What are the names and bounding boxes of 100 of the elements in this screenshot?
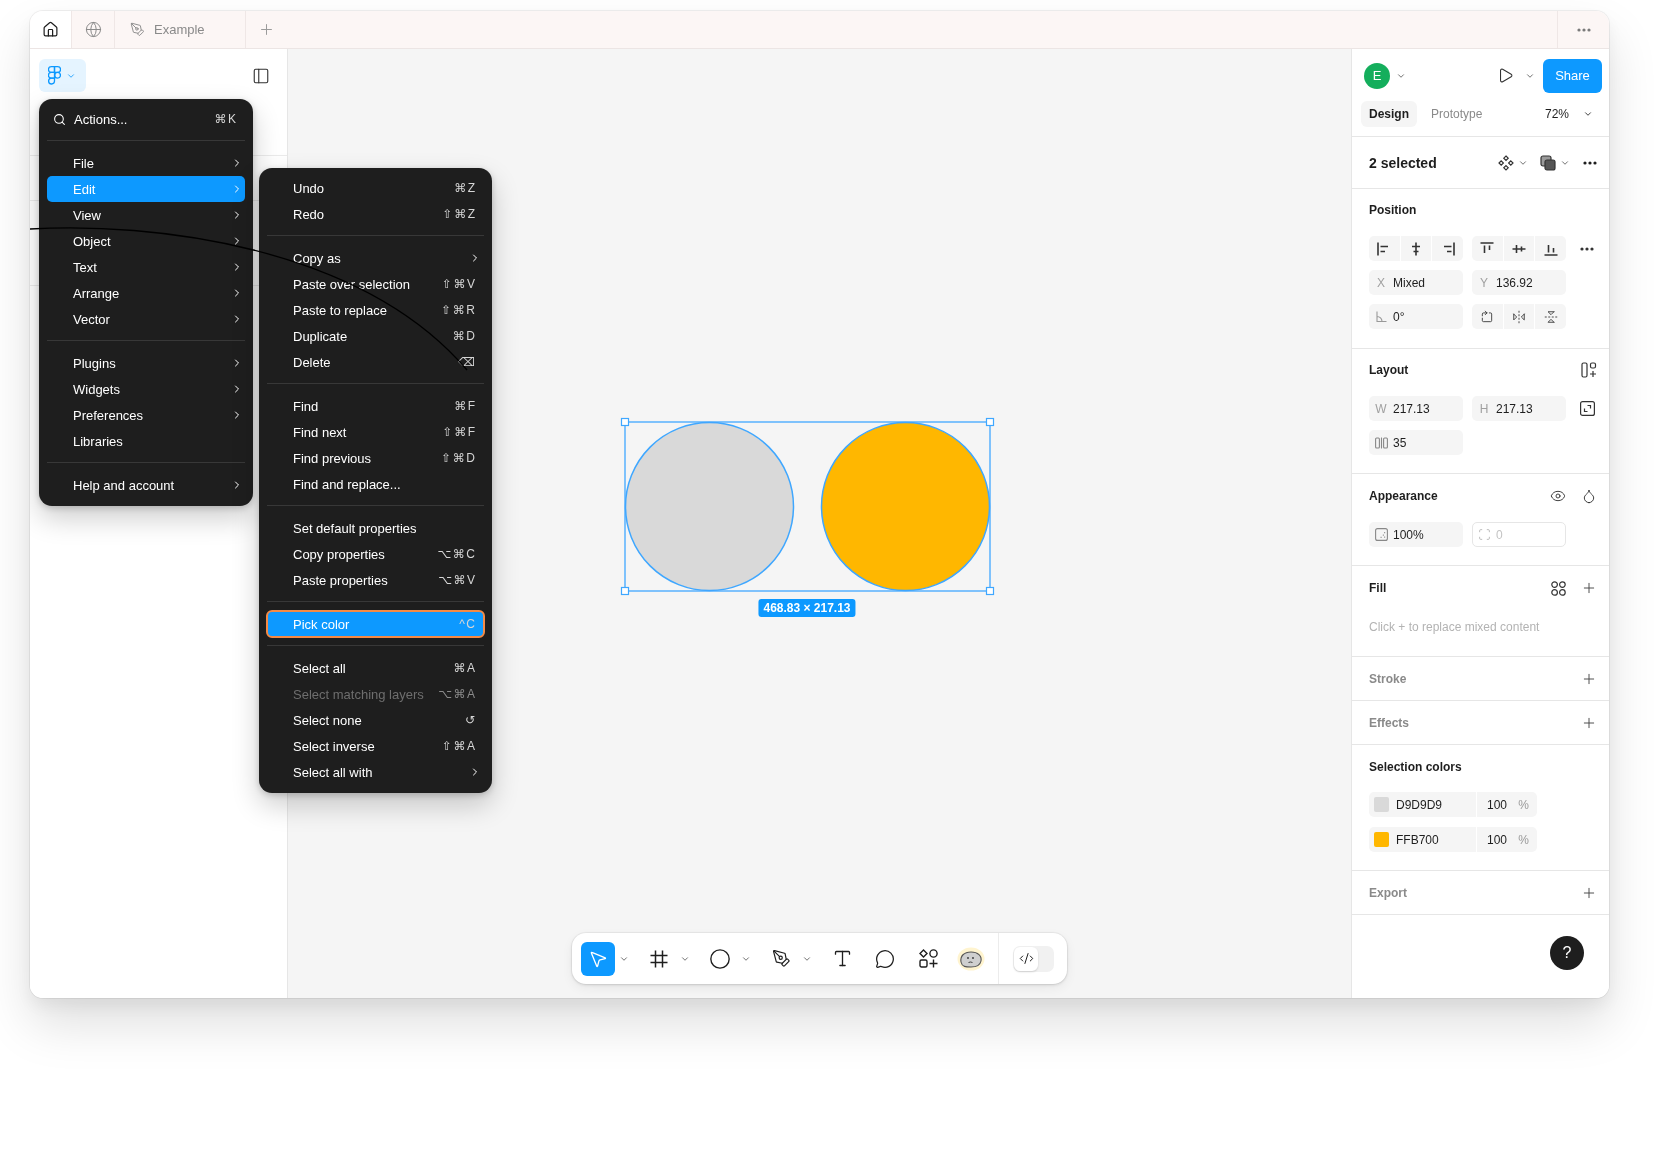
home-icon bbox=[42, 21, 59, 38]
menu-item[interactable]: Arrange bbox=[47, 280, 245, 306]
menu-item[interactable]: File bbox=[47, 150, 245, 176]
section-title: Layout bbox=[1369, 363, 1409, 377]
menu-item[interactable]: Find and replace... bbox=[267, 471, 484, 497]
panel-tab[interactable]: Design bbox=[1361, 101, 1417, 127]
position-field[interactable]: Y 136.92 bbox=[1472, 270, 1566, 295]
flip-horizontal-button[interactable] bbox=[1503, 304, 1535, 329]
four-circles-icon[interactable] bbox=[1551, 580, 1566, 596]
dimension-label: 468.83 × 217.13 bbox=[758, 599, 856, 617]
color-field[interactable]: FFB700 100 % bbox=[1369, 827, 1537, 852]
menu-item[interactable]: Help and account bbox=[47, 472, 245, 498]
align-center-button[interactable] bbox=[1400, 236, 1432, 261]
resize-icon[interactable] bbox=[1580, 401, 1595, 416]
pen-tool-icon bbox=[771, 949, 791, 968]
more-icon bbox=[1576, 27, 1591, 32]
rotation-field[interactable]: 0° bbox=[1369, 304, 1463, 329]
menu-item[interactable]: View bbox=[47, 202, 245, 228]
section-title: Selection colors bbox=[1369, 760, 1462, 774]
field-label: X bbox=[1376, 275, 1386, 290]
corner-icon bbox=[1478, 528, 1491, 541]
align-top-button[interactable] bbox=[1472, 236, 1503, 261]
help-button[interactable]: ? bbox=[1550, 936, 1584, 970]
menu-item[interactable]: Delete ⌫ bbox=[267, 349, 484, 375]
menu-item[interactable]: Preferences bbox=[47, 402, 245, 428]
section-title: Appearance bbox=[1369, 489, 1438, 503]
globe-icon bbox=[84, 21, 102, 38]
shortcut-label: ⌘K bbox=[214, 112, 238, 126]
logo-menu-button[interactable] bbox=[39, 59, 86, 92]
shortcut-label: ⌘F bbox=[454, 399, 477, 413]
opacity-value: 100 bbox=[1487, 832, 1508, 847]
size-field[interactable]: H 217.13 bbox=[1472, 396, 1566, 421]
play-icon[interactable] bbox=[1497, 67, 1514, 84]
field-value: 100% bbox=[1393, 527, 1424, 542]
menu-item[interactable]: Libraries bbox=[47, 428, 245, 454]
opacity-icon bbox=[1374, 528, 1388, 541]
menu-item[interactable]: Undo ⌘Z bbox=[267, 175, 484, 201]
flip-vertical-button[interactable] bbox=[1535, 304, 1566, 329]
menu-item[interactable]: Find ⌘F bbox=[267, 393, 484, 419]
shortcut-label: ⇧⌘Z bbox=[442, 207, 477, 221]
stacked-squares-icon[interactable] bbox=[1540, 154, 1556, 171]
menu-item[interactable]: Plugins bbox=[47, 350, 245, 376]
menu-item[interactable]: Vector bbox=[47, 306, 245, 332]
menu-item[interactable]: Select all ⌘A bbox=[267, 655, 484, 681]
menu-item[interactable]: Find next ⇧⌘F bbox=[267, 419, 484, 445]
menu-item[interactable]: Duplicate ⌘D bbox=[267, 323, 484, 349]
field-value: 217.13 bbox=[1496, 401, 1533, 416]
shortcut-label: ^C bbox=[459, 617, 477, 631]
menu-item[interactable]: Paste properties ⌥⌘V bbox=[267, 567, 484, 593]
dev-mode-toggle[interactable] bbox=[1013, 945, 1054, 972]
zoom-dropdown[interactable]: 72% bbox=[1544, 107, 1593, 121]
actions-menu-item[interactable]: Actions... ⌘K bbox=[47, 106, 245, 132]
shortcut-label: ⇧⌘D bbox=[441, 451, 477, 465]
align-middle-button[interactable] bbox=[1503, 236, 1535, 261]
selection-title: 2 selected bbox=[1369, 154, 1437, 171]
menu-item[interactable]: Paste over selection ⇧⌘V bbox=[267, 271, 484, 297]
drop-icon[interactable] bbox=[1581, 488, 1597, 504]
flip-vertical-icon bbox=[1543, 309, 1558, 324]
eye-icon[interactable] bbox=[1550, 488, 1566, 504]
move-tool-button[interactable] bbox=[581, 941, 615, 976]
pen-tool-icon bbox=[130, 22, 145, 37]
menu-item[interactable]: Set default properties bbox=[267, 515, 484, 541]
shortcut-label: ⇧⌘V bbox=[441, 277, 477, 291]
menu-item[interactable]: Select inverse ⇧⌘A bbox=[267, 733, 484, 759]
menu-item[interactable]: Redo ⇧⌘Z bbox=[267, 201, 484, 227]
gap-field[interactable]: 35 bbox=[1369, 430, 1463, 455]
flip-horizontal-icon bbox=[1512, 309, 1526, 324]
more-icon[interactable] bbox=[1580, 246, 1594, 251]
sidebar-toggle-icon[interactable] bbox=[252, 66, 270, 85]
menu-item[interactable]: Find previous ⇧⌘D bbox=[267, 445, 484, 471]
corner-radius-field[interactable]: 0 bbox=[1472, 522, 1566, 547]
menu-item[interactable]: Object bbox=[47, 228, 245, 254]
position-field[interactable]: X Mixed bbox=[1369, 270, 1463, 295]
menu-item[interactable]: Widgets bbox=[47, 376, 245, 402]
code-icon bbox=[1018, 951, 1034, 966]
align-right-button[interactable] bbox=[1432, 236, 1463, 261]
rotate-button[interactable] bbox=[1472, 304, 1503, 329]
auto-layout-icon[interactable] bbox=[1581, 362, 1597, 378]
size-field[interactable]: W 217.13 bbox=[1369, 396, 1463, 421]
four-diamonds-icon[interactable] bbox=[1498, 154, 1514, 171]
panel-tab[interactable]: Prototype bbox=[1423, 101, 1491, 127]
align-bottom-button[interactable] bbox=[1535, 236, 1566, 261]
menu-item[interactable]: Copy properties ⌥⌘C bbox=[267, 541, 484, 567]
shortcut-label: ⇧⌘F bbox=[442, 425, 477, 439]
menu-item[interactable]: Select all with bbox=[267, 759, 484, 785]
field-value: 136.92 bbox=[1496, 275, 1533, 290]
color-field[interactable]: D9D9D9 100 % bbox=[1369, 792, 1537, 817]
more-icon[interactable] bbox=[1583, 160, 1597, 165]
align-left-button[interactable] bbox=[1369, 236, 1400, 261]
menu-item[interactable]: Copy as bbox=[267, 245, 484, 271]
menu-item[interactable]: Select none ↺ bbox=[267, 707, 484, 733]
rotate-icon bbox=[1480, 309, 1495, 324]
field-value: 0° bbox=[1393, 309, 1405, 324]
angle-icon bbox=[1375, 311, 1387, 322]
menu-item[interactable]: Text bbox=[47, 254, 245, 280]
spacing-icon bbox=[1374, 436, 1388, 449]
home-tab[interactable] bbox=[30, 11, 72, 48]
speech-bubble-icon bbox=[875, 948, 895, 969]
opacity-field[interactable]: 100% bbox=[1369, 522, 1463, 547]
menu-item[interactable]: Paste to replace ⇧⌘R bbox=[267, 297, 484, 323]
